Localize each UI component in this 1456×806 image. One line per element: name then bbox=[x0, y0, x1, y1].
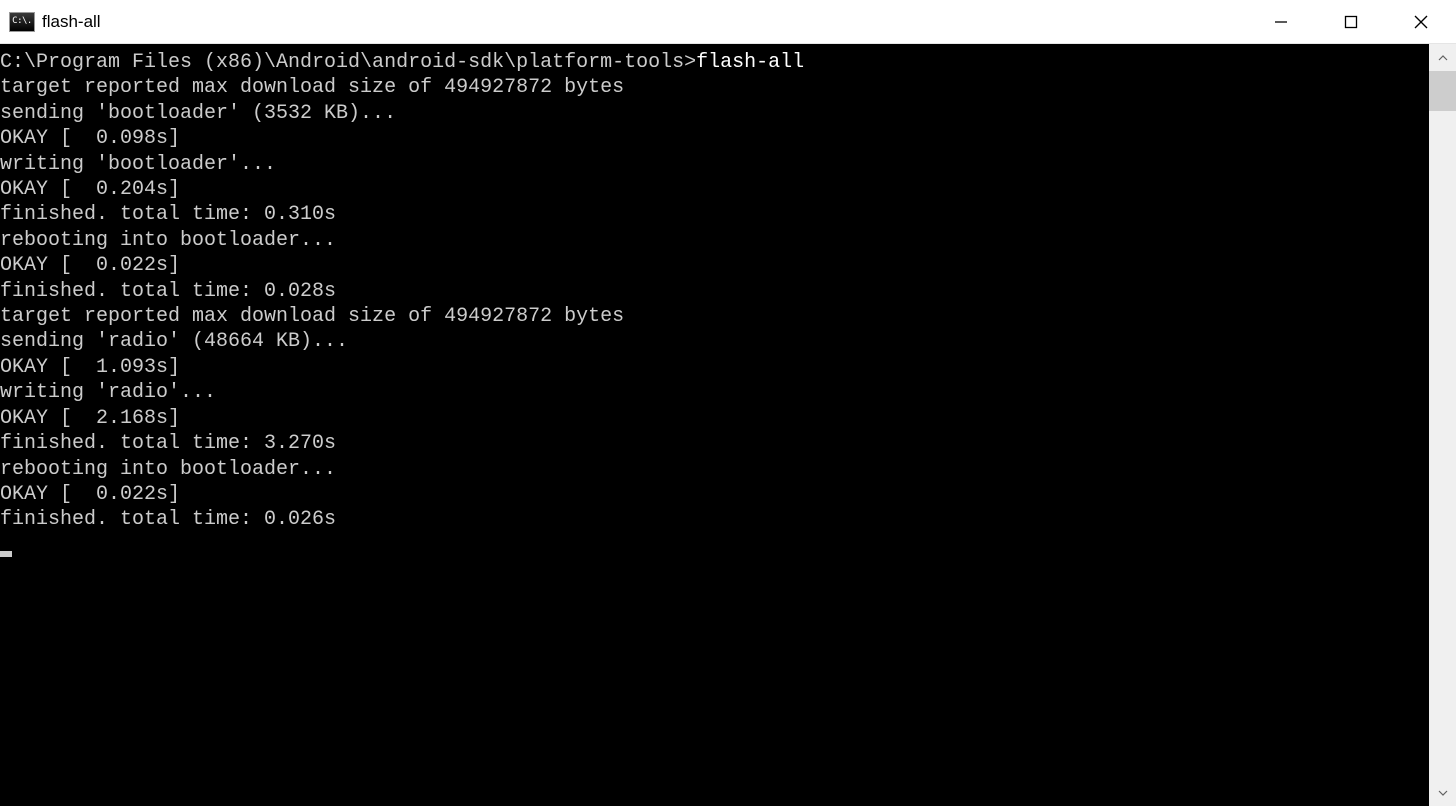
output-line: writing 'bootloader'... bbox=[0, 152, 1429, 177]
window-title: flash-all bbox=[42, 12, 1246, 32]
prompt-line: C:\Program Files (x86)\Android\android-s… bbox=[0, 50, 1429, 75]
output-line: target reported max download size of 494… bbox=[0, 304, 1429, 329]
output-line: finished. total time: 0.028s bbox=[0, 279, 1429, 304]
window-titlebar: C:\. flash-all bbox=[0, 0, 1456, 44]
maximize-icon bbox=[1344, 15, 1358, 29]
maximize-button[interactable] bbox=[1316, 0, 1386, 43]
output-line: finished. total time: 0.310s bbox=[0, 202, 1429, 227]
window-controls bbox=[1246, 0, 1456, 43]
chevron-down-icon bbox=[1438, 788, 1448, 798]
output-line: finished. total time: 3.270s bbox=[0, 431, 1429, 456]
prompt-command: flash-all bbox=[696, 51, 804, 74]
prompt-path: C:\Program Files (x86)\Android\android-s… bbox=[0, 51, 696, 74]
cmd-icon-text: C:\. bbox=[12, 17, 32, 26]
minimize-icon bbox=[1274, 15, 1288, 29]
content-area: C:\Program Files (x86)\Android\android-s… bbox=[0, 44, 1456, 806]
terminal-cursor bbox=[0, 551, 12, 557]
scroll-up-button[interactable] bbox=[1429, 44, 1456, 71]
output-line: sending 'radio' (48664 KB)... bbox=[0, 329, 1429, 354]
output-line: OKAY [ 2.168s] bbox=[0, 406, 1429, 431]
output-line: OKAY [ 0.022s] bbox=[0, 482, 1429, 507]
output-line: OKAY [ 0.098s] bbox=[0, 126, 1429, 151]
close-button[interactable] bbox=[1386, 0, 1456, 43]
output-line: writing 'radio'... bbox=[0, 380, 1429, 405]
output-line: OKAY [ 0.022s] bbox=[0, 253, 1429, 278]
scroll-thumb[interactable] bbox=[1429, 71, 1456, 111]
vertical-scrollbar[interactable] bbox=[1429, 44, 1456, 806]
output-line: rebooting into bootloader... bbox=[0, 228, 1429, 253]
output-line: rebooting into bootloader... bbox=[0, 457, 1429, 482]
chevron-up-icon bbox=[1438, 53, 1448, 63]
terminal-output[interactable]: C:\Program Files (x86)\Android\android-s… bbox=[0, 44, 1429, 806]
output-line: OKAY [ 1.093s] bbox=[0, 355, 1429, 380]
minimize-button[interactable] bbox=[1246, 0, 1316, 43]
output-line: sending 'bootloader' (3532 KB)... bbox=[0, 101, 1429, 126]
output-line: OKAY [ 0.204s] bbox=[0, 177, 1429, 202]
cmd-icon: C:\. bbox=[9, 12, 35, 32]
output-line: finished. total time: 0.026s bbox=[0, 507, 1429, 532]
scroll-track[interactable] bbox=[1429, 71, 1456, 779]
close-icon bbox=[1414, 15, 1428, 29]
output-line: target reported max download size of 494… bbox=[0, 75, 1429, 100]
scroll-down-button[interactable] bbox=[1429, 779, 1456, 806]
